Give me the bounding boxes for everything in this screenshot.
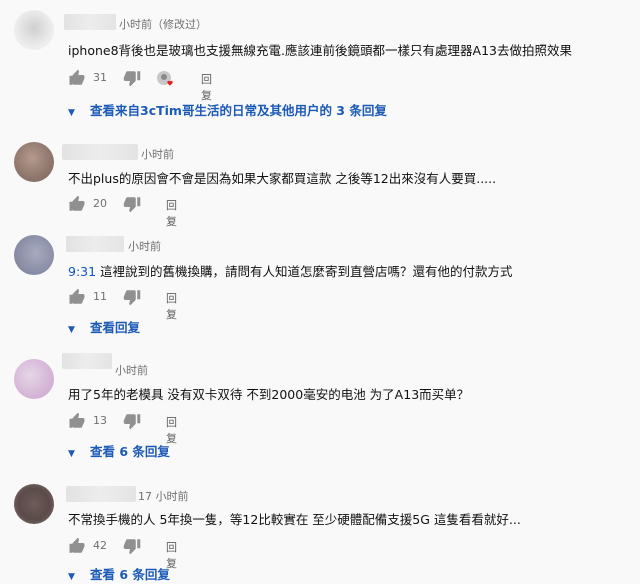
comment-text: 不出plus的原因會不會是因為如果大家都買這款 之後等12出來沒有人要買....… <box>68 171 497 186</box>
caret-down-icon: ▼ <box>68 449 75 459</box>
view-replies-label: 查看 6 条回复 <box>90 444 170 459</box>
comment-text: 用了5年的老模具 没有双卡双待 不到2000毫安的电池 为了A13而买单？ <box>68 387 470 402</box>
thumbs-down-icon[interactable] <box>123 288 141 306</box>
author-name[interactable] <box>66 486 136 502</box>
avatar-image <box>14 10 54 50</box>
author-name[interactable] <box>66 236 124 252</box>
comment-text: iphone8背後也是玻璃也支援無線充電.應該連前後鏡頭都一樣只有處理器A13去… <box>68 43 572 58</box>
timestamp-link[interactable]: 9:31 <box>68 264 96 279</box>
like-count: 42 <box>93 539 107 552</box>
view-replies-label: 查看回复 <box>90 320 141 335</box>
avatar-image <box>14 484 54 524</box>
comment-time: 小时前 <box>128 240 161 253</box>
thumbs-down-icon[interactable] <box>123 412 141 430</box>
avatar[interactable] <box>14 235 54 275</box>
comment-body: 這裡說到的舊機換購，請問有人知道怎麼寄到直營店嗎？還有他的付款方式 <box>96 264 513 279</box>
avatar[interactable] <box>14 10 54 50</box>
thumbs-down-icon[interactable] <box>123 195 141 213</box>
comment-time: 小时前（修改过） <box>119 18 207 31</box>
reply-button[interactable]: 回复 <box>201 71 212 103</box>
comment-time: 17 小时前 <box>138 490 189 503</box>
thumbs-up-icon[interactable] <box>68 195 86 213</box>
author-name[interactable] <box>64 14 116 30</box>
view-replies-label: 查看来自3cTim哥生活的日常及其他用户的 3 条回复 <box>90 103 387 118</box>
avatar[interactable] <box>14 359 54 399</box>
view-replies-button[interactable]: ▼ 查看回复 <box>68 317 140 336</box>
like-count: 31 <box>93 71 107 84</box>
like-count: 11 <box>93 290 107 303</box>
author-name[interactable] <box>62 144 138 160</box>
thumbs-up-icon[interactable] <box>68 288 86 306</box>
thumbs-up-icon[interactable] <box>68 537 86 555</box>
avatar-image <box>14 359 54 399</box>
author-name[interactable] <box>62 353 112 369</box>
comment-time: 小时前 <box>115 364 148 377</box>
avatar-image <box>14 235 54 275</box>
avatar[interactable] <box>14 142 54 182</box>
view-replies-button[interactable]: ▼ 查看来自3cTim哥生活的日常及其他用户的 3 条回复 <box>68 100 387 119</box>
view-replies-button[interactable]: ▼ 查看 6 条回复 <box>68 564 170 583</box>
caret-down-icon: ▼ <box>68 325 75 335</box>
view-replies-label: 查看 6 条回复 <box>90 567 170 582</box>
thumbs-down-icon[interactable] <box>123 537 141 555</box>
reply-button[interactable]: 回复 <box>166 197 177 229</box>
caret-down-icon: ▼ <box>68 572 75 582</box>
thumbs-up-icon[interactable] <box>68 69 86 87</box>
like-count: 20 <box>93 197 107 210</box>
thumbs-down-icon[interactable] <box>123 69 141 87</box>
thumbs-up-icon[interactable] <box>68 412 86 430</box>
creator-heart-icon <box>157 71 173 86</box>
comment-text: 9:31 這裡說到的舊機換購，請問有人知道怎麼寄到直營店嗎？還有他的付款方式 <box>68 261 513 280</box>
comment-text: 不常換手機的人 5年換一隻，等12比較實在 至少硬體配備支援5G 這隻看看就好.… <box>68 512 521 527</box>
view-replies-button[interactable]: ▼ 查看 6 条回复 <box>68 441 170 460</box>
caret-down-icon: ▼ <box>68 108 75 118</box>
avatar[interactable] <box>14 484 54 524</box>
avatar-image <box>14 142 54 182</box>
reply-button[interactable]: 回复 <box>166 290 177 322</box>
like-count: 13 <box>93 414 107 427</box>
comment-time: 小时前 <box>141 148 174 161</box>
